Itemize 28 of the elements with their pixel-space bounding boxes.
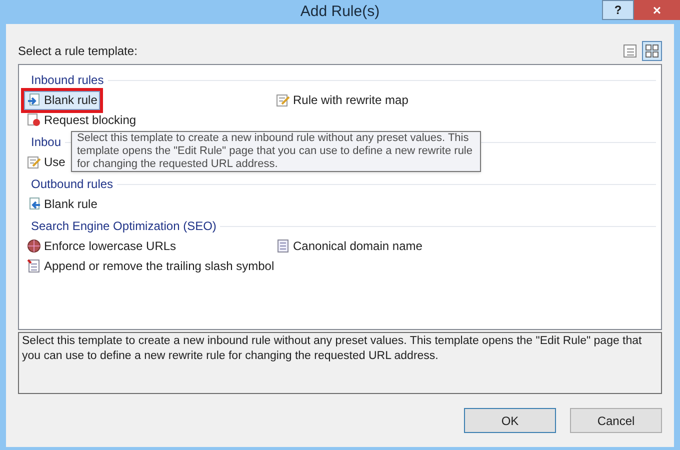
section-heading: Search Engine Optimization (SEO) bbox=[31, 218, 216, 235]
ok-button[interactable]: OK bbox=[464, 408, 556, 433]
template-item[interactable]: Request blocking bbox=[24, 110, 140, 130]
section-heading: Outbound rules bbox=[31, 176, 114, 193]
description-panel: Select this template to create a new inbound rule without any preset values. This template opens the "Edit Rule" page that you can use to define a new rewrite rule for changing the requested URL address. bbox=[18, 332, 662, 394]
template-item[interactable]: Blank rule bbox=[24, 194, 100, 214]
section-heading: Inbound rules bbox=[31, 72, 104, 89]
document-icon bbox=[276, 239, 290, 253]
template-item[interactable]: Enforce lowercase URLs bbox=[24, 236, 180, 256]
close-button[interactable]: × bbox=[634, 0, 680, 20]
template-item[interactable]: Use bbox=[24, 152, 68, 172]
template-item[interactable]: Rule with rewrite map bbox=[273, 90, 412, 110]
prompt-label: Select a rule template: bbox=[18, 43, 138, 60]
template-item[interactable]: Canonical domain name bbox=[273, 236, 426, 256]
tooltip: Select this template to create a new inbound rule without any preset values. This template opens the "Edit Rule" page that you can use to define a new rewrite rule for changing the requested URL address. bbox=[71, 131, 481, 172]
globe-icon bbox=[27, 239, 41, 253]
document-icon bbox=[27, 259, 41, 273]
window-title: Add Rule(s) bbox=[300, 2, 380, 22]
document-stop-icon bbox=[27, 113, 41, 127]
pencil-document-icon bbox=[276, 93, 290, 107]
tiles-view-button[interactable] bbox=[642, 41, 662, 61]
help-button[interactable]: ? bbox=[602, 0, 634, 20]
pencil-document-icon bbox=[27, 155, 41, 169]
list-view-icon bbox=[623, 44, 637, 58]
section-heading: Inbou bbox=[31, 134, 62, 151]
tiles-view-icon bbox=[645, 44, 659, 58]
template-item[interactable]: Append or remove the trailing slash symbol bbox=[24, 256, 278, 276]
cancel-button[interactable]: Cancel bbox=[570, 408, 662, 433]
